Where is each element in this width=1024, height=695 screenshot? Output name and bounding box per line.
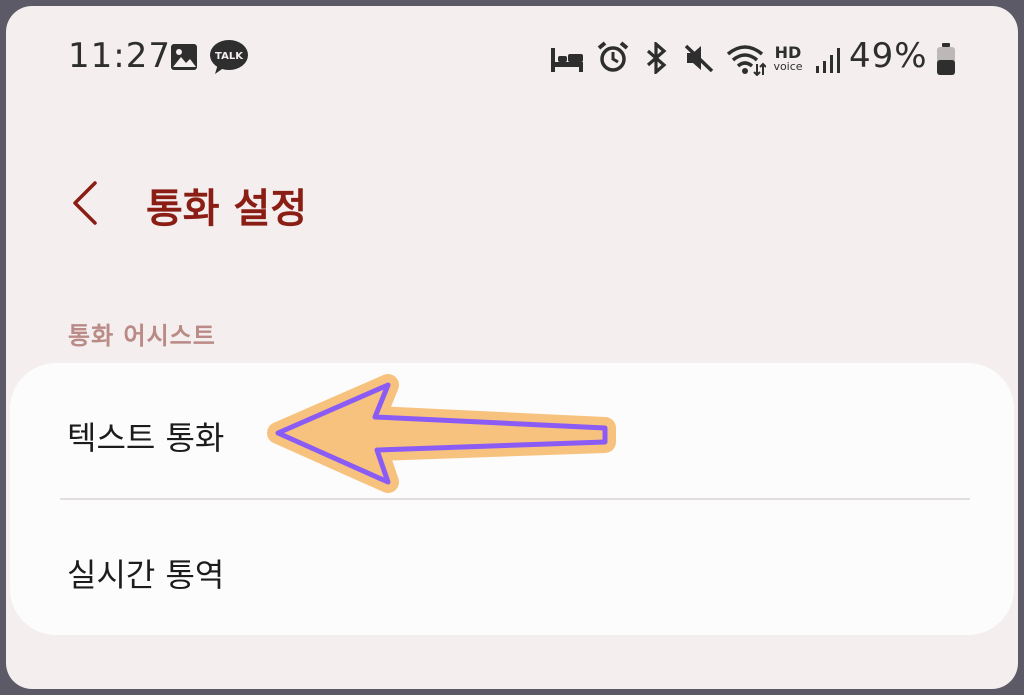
status-bar: 11:27 TALK HD voice 49% xyxy=(6,6,1018,106)
kakaotalk-badge-text: TALK xyxy=(215,51,244,62)
section-title: 통화 어시스트 xyxy=(68,322,216,350)
list-item-live-translate[interactable]: 실시간 통역 xyxy=(10,500,1014,635)
wifi-icon xyxy=(726,42,767,80)
hd-label: HD xyxy=(774,43,802,62)
battery-icon xyxy=(936,42,956,80)
gallery-icon xyxy=(169,42,199,76)
list-item-label: 실시간 통역 xyxy=(67,556,225,594)
page-title: 통화 설정 xyxy=(146,186,308,232)
back-button[interactable] xyxy=(61,171,111,235)
alarm-icon xyxy=(596,40,630,78)
sleep-mode-icon xyxy=(550,44,584,78)
list-item-label: 텍스트 통화 xyxy=(67,419,225,457)
status-time: 11:27 xyxy=(68,36,171,76)
chevron-left-icon xyxy=(73,181,97,225)
phone-screen: 11:27 TALK HD voice 49% 통화 설정 통화 어시스트 텍스… xyxy=(6,6,1018,689)
battery-percent: 49% xyxy=(849,36,928,76)
bluetooth-icon xyxy=(644,40,670,78)
signal-icon xyxy=(814,46,842,78)
mute-icon xyxy=(683,42,715,78)
settings-card: 텍스트 통화 실시간 통역 xyxy=(10,363,1014,635)
list-item-text-call[interactable]: 텍스트 통화 xyxy=(10,363,1014,498)
hd-voice-icon: HD voice xyxy=(770,44,806,73)
kakaotalk-icon: TALK xyxy=(209,38,249,80)
voice-label: voice xyxy=(773,60,803,73)
